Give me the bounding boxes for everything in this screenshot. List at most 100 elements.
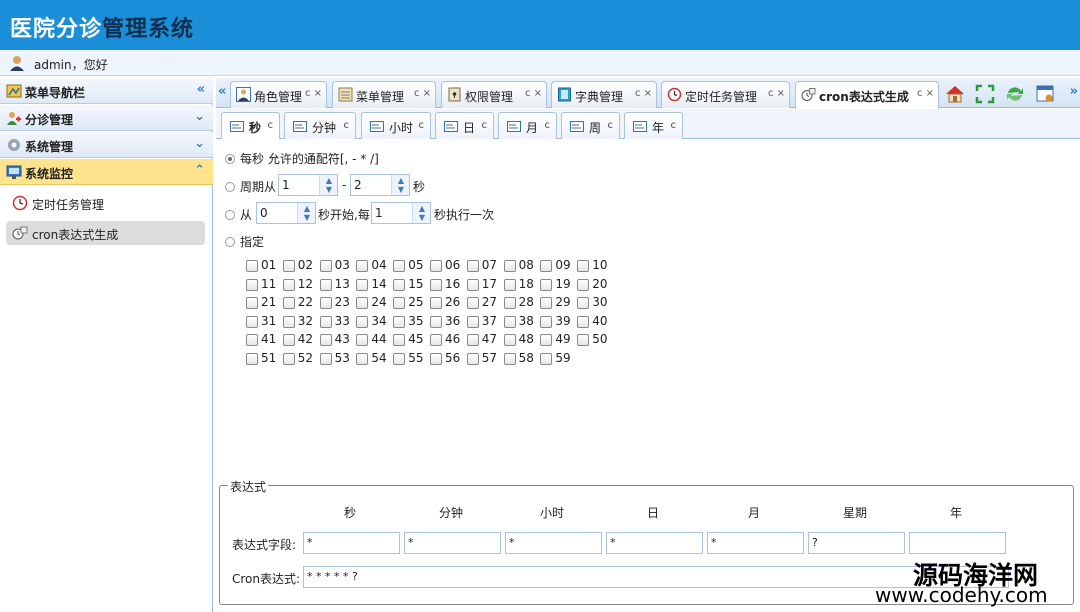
sidebar-group-monitor[interactable]: 系统监控 ⌃ (0, 159, 213, 185)
second-checkbox[interactable] (577, 315, 590, 328)
expand-chevron-icon[interactable]: ⌄ (194, 109, 205, 124)
field-minute-input[interactable]: * (404, 532, 501, 554)
second-checkbox[interactable] (430, 260, 442, 272)
second-checkbox[interactable] (430, 315, 442, 328)
radio-from-every[interactable] (225, 210, 235, 220)
second-checkbox[interactable] (356, 297, 369, 309)
tab-menu-management[interactable]: 菜单管理 c × (332, 81, 436, 108)
fullscreen-icon[interactable] (974, 83, 996, 105)
field-second-input[interactable]: * (303, 532, 400, 554)
second-checkbox[interactable] (319, 334, 332, 346)
field-day-input[interactable]: * (606, 532, 703, 554)
second-checkbox[interactable] (503, 278, 516, 291)
second-checkbox[interactable] (577, 297, 590, 309)
second-checkbox[interactable] (282, 260, 295, 272)
second-checkbox[interactable] (430, 297, 442, 309)
radio-specify[interactable] (225, 237, 235, 247)
second-checkbox[interactable] (430, 334, 442, 346)
second-checkbox[interactable] (319, 315, 332, 328)
subtab-refresh-icon[interactable]: c (545, 120, 551, 131)
second-checkbox[interactable] (503, 260, 516, 272)
refresh-icon[interactable] (1004, 83, 1026, 105)
second-checkbox[interactable] (393, 278, 406, 291)
spin-up-icon[interactable]: ▲ (417, 204, 427, 213)
subtab-year[interactable]: 年 c (624, 112, 683, 139)
tab-scroll-left-icon[interactable]: « (218, 84, 226, 99)
spin-down-icon[interactable]: ▼ (417, 213, 427, 222)
from-spinner[interactable]: 0 ▲ ▼ (256, 202, 316, 224)
second-checkbox[interactable] (282, 315, 295, 328)
subtab-month[interactable]: 月 c (498, 112, 557, 139)
field-hour-input[interactable]: * (505, 532, 602, 554)
second-checkbox[interactable] (540, 297, 553, 309)
tab-scheduled-tasks[interactable]: 定时任务管理 c × (661, 81, 790, 108)
second-checkbox[interactable] (393, 260, 406, 272)
sidebar-group-system[interactable]: 系统管理 ⌄ (0, 132, 213, 158)
tab-refresh-close-icon[interactable]: c × (917, 88, 934, 99)
subtab-day[interactable]: 日 c (435, 112, 494, 139)
second-checkbox[interactable] (466, 260, 479, 272)
subtab-refresh-icon[interactable]: c (344, 120, 350, 131)
subtab-second[interactable]: 秒 c (221, 112, 280, 139)
second-checkbox[interactable] (282, 297, 295, 309)
subtab-refresh-icon[interactable]: c (608, 120, 614, 131)
second-checkbox[interactable] (319, 260, 332, 272)
second-checkbox[interactable] (246, 352, 258, 365)
tab-dictionary-management[interactable]: 字典管理 c × (551, 81, 657, 108)
second-checkbox[interactable] (466, 315, 479, 328)
second-checkbox[interactable] (246, 315, 258, 328)
subtab-minute[interactable]: 分钟 c (284, 112, 356, 139)
tab-cron-generator[interactable]: cron表达式生成 c × (795, 81, 939, 109)
subtab-refresh-icon[interactable]: c (671, 120, 677, 131)
second-checkbox[interactable] (503, 297, 516, 309)
sidebar-item-scheduled-tasks[interactable]: 定时任务管理 (6, 191, 205, 215)
expand-chevron-icon[interactable]: ⌄ (194, 136, 205, 151)
second-checkbox[interactable] (319, 352, 332, 365)
tab-scroll-right-icon[interactable]: » (1070, 84, 1078, 99)
period-to-spinner[interactable]: 2 ▲ ▼ (350, 174, 410, 196)
tab-permission-management[interactable]: 权限管理 c × (441, 81, 547, 108)
spinner-buttons[interactable]: ▲ ▼ (391, 175, 409, 195)
collapse-chevron-icon[interactable]: ⌃ (194, 163, 205, 178)
collapse-sidebar-icon[interactable]: « (197, 82, 205, 97)
tab-role-management[interactable]: 角色管理 c × (230, 81, 327, 108)
second-checkbox[interactable] (466, 278, 479, 291)
second-checkbox[interactable] (393, 297, 406, 309)
second-checkbox[interactable] (282, 334, 295, 346)
second-checkbox[interactable] (466, 334, 479, 346)
second-checkbox[interactable] (282, 278, 295, 291)
second-checkbox[interactable] (246, 334, 258, 346)
second-checkbox[interactable] (540, 260, 553, 272)
second-checkbox[interactable] (246, 260, 258, 272)
spin-up-icon[interactable]: ▲ (396, 176, 406, 185)
second-checkbox[interactable] (356, 315, 369, 328)
second-checkbox[interactable] (540, 352, 553, 365)
second-checkbox[interactable] (356, 334, 369, 346)
subtab-week[interactable]: 周 c (561, 112, 620, 139)
spin-up-icon[interactable]: ▲ (302, 204, 312, 213)
subtab-refresh-icon[interactable]: c (268, 120, 274, 131)
field-week-input[interactable]: ? (808, 532, 905, 554)
field-year-input[interactable] (909, 532, 1006, 554)
subtab-refresh-icon[interactable]: c (482, 120, 488, 131)
period-from-spinner[interactable]: 1 ▲ ▼ (278, 174, 338, 196)
second-checkbox[interactable] (577, 278, 590, 291)
radio-every-second[interactable] (225, 154, 235, 164)
spin-down-icon[interactable]: ▼ (324, 185, 334, 194)
second-checkbox[interactable] (319, 278, 332, 291)
sidebar-item-cron-generator[interactable]: cron表达式生成 (6, 221, 205, 245)
spin-up-icon[interactable]: ▲ (324, 176, 334, 185)
sidebar-group-triage[interactable]: 分诊管理 ⌄ (0, 105, 213, 131)
second-checkbox[interactable] (540, 334, 553, 346)
second-checkbox[interactable] (540, 315, 553, 328)
second-checkbox[interactable] (503, 315, 516, 328)
second-checkbox[interactable] (466, 297, 479, 309)
second-checkbox[interactable] (393, 334, 406, 346)
second-checkbox[interactable] (356, 278, 369, 291)
second-checkbox[interactable] (393, 315, 406, 328)
tab-refresh-close-icon[interactable]: c × (768, 88, 785, 99)
home-icon[interactable] (944, 83, 966, 105)
second-checkbox[interactable] (393, 352, 406, 365)
subtab-refresh-icon[interactable]: c (419, 120, 425, 131)
window-settings-icon[interactable] (1034, 83, 1056, 105)
